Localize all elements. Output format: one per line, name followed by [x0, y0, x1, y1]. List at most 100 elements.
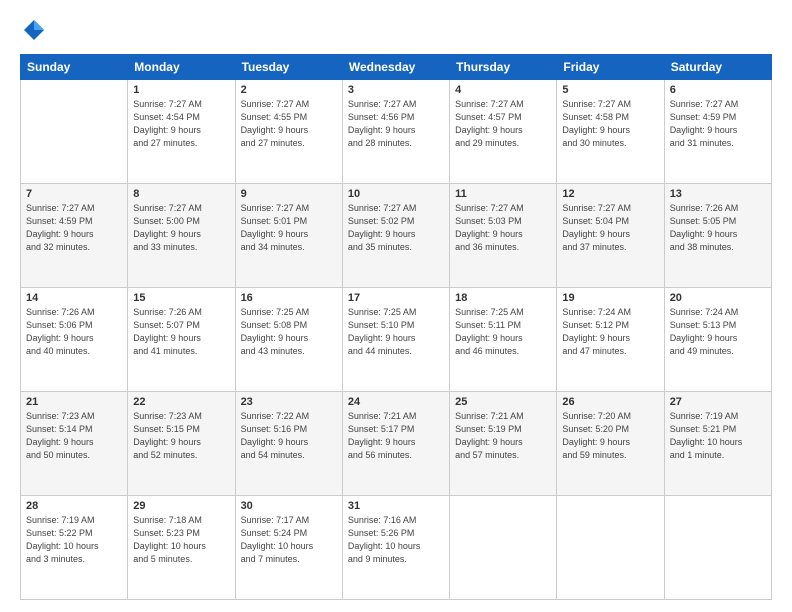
day-number: 4 — [455, 84, 551, 96]
calendar-cell: 14 Sunrise: 7:26 AM Sunset: 5:06 PM Dayli… — [21, 288, 128, 392]
calendar-cell: 19 Sunrise: 7:24 AM Sunset: 5:12 PM Dayli… — [557, 288, 664, 392]
weekday-tuesday: Tuesday — [235, 55, 342, 80]
day-number: 27 — [670, 396, 766, 408]
week-row-1: 7 Sunrise: 7:27 AM Sunset: 4:59 PM Daylig… — [21, 184, 772, 288]
calendar-cell: 13Sunrise: 7:26 AM Sunset: 5:05 PM Dayli… — [664, 184, 771, 288]
calendar-cell: 25 Sunrise: 7:21 AM Sunset: 5:19 PM Dayli… — [450, 392, 557, 496]
day-number: 19 — [562, 292, 658, 304]
week-row-2: 14 Sunrise: 7:26 AM Sunset: 5:06 PM Dayli… — [21, 288, 772, 392]
day-number: 14 — [26, 292, 122, 304]
day-info: Sunrise: 7:25 AM Sunset: 5:10 PM Dayligh… — [348, 306, 444, 358]
day-info: Sunrise: 7:20 AM Sunset: 5:20 PM Dayligh… — [562, 410, 658, 462]
day-number: 24 — [348, 396, 444, 408]
day-number: 20 — [670, 292, 766, 304]
calendar-cell: 26 Sunrise: 7:20 AM Sunset: 5:20 PM Dayli… — [557, 392, 664, 496]
calendar-cell: 1 Sunrise: 7:27 AM Sunset: 4:54 PM Daylig… — [128, 80, 235, 184]
logo-icon — [20, 16, 48, 44]
day-info: Sunrise: 7:24 AM Sunset: 5:12 PM Dayligh… — [562, 306, 658, 358]
calendar-cell — [450, 496, 557, 600]
day-number: 11 — [455, 188, 551, 200]
calendar-cell — [21, 80, 128, 184]
weekday-thursday: Thursday — [450, 55, 557, 80]
day-number: 31 — [348, 500, 444, 512]
week-row-4: 28Sunrise: 7:19 AM Sunset: 5:22 PM Dayli… — [21, 496, 772, 600]
calendar-cell: 15Sunrise: 7:26 AM Sunset: 5:07 PM Dayli… — [128, 288, 235, 392]
day-info: Sunrise: 7:26 AM Sunset: 5:06 PM Dayligh… — [26, 306, 122, 358]
day-info: Sunrise: 7:27 AM Sunset: 5:03 PM Dayligh… — [455, 202, 551, 254]
day-number: 1 — [133, 84, 229, 96]
day-info: Sunrise: 7:27 AM Sunset: 4:55 PM Dayligh… — [241, 98, 337, 150]
day-number: 13 — [670, 188, 766, 200]
weekday-monday: Monday — [128, 55, 235, 80]
weekday-header-row: SundayMondayTuesdayWednesdayThursdayFrid… — [21, 55, 772, 80]
calendar-cell: 9 Sunrise: 7:27 AM Sunset: 5:01 PM Daylig… — [235, 184, 342, 288]
week-row-3: 21 Sunrise: 7:23 AM Sunset: 5:14 PM Dayli… — [21, 392, 772, 496]
weekday-sunday: Sunday — [21, 55, 128, 80]
header — [20, 16, 772, 44]
calendar-cell: 27 Sunrise: 7:19 AM Sunset: 5:21 PM Dayli… — [664, 392, 771, 496]
calendar-cell: 4Sunrise: 7:27 AM Sunset: 4:57 PM Daylig… — [450, 80, 557, 184]
day-number: 23 — [241, 396, 337, 408]
day-number: 12 — [562, 188, 658, 200]
day-number: 17 — [348, 292, 444, 304]
day-info: Sunrise: 7:23 AM Sunset: 5:14 PM Dayligh… — [26, 410, 122, 462]
calendar-cell: 18 Sunrise: 7:25 AM Sunset: 5:11 PM Dayli… — [450, 288, 557, 392]
day-info: Sunrise: 7:21 AM Sunset: 5:19 PM Dayligh… — [455, 410, 551, 462]
day-info: Sunrise: 7:27 AM Sunset: 5:01 PM Dayligh… — [241, 202, 337, 254]
calendar-cell: 3Sunrise: 7:27 AM Sunset: 4:56 PM Daylig… — [342, 80, 449, 184]
calendar-cell: 20 Sunrise: 7:24 AM Sunset: 5:13 PM Dayli… — [664, 288, 771, 392]
day-info: Sunrise: 7:18 AM Sunset: 5:23 PM Dayligh… — [133, 514, 229, 566]
calendar-page: SundayMondayTuesdayWednesdayThursdayFrid… — [0, 0, 792, 612]
day-number: 25 — [455, 396, 551, 408]
calendar-cell — [664, 496, 771, 600]
day-number: 7 — [26, 188, 122, 200]
day-number: 6 — [670, 84, 766, 96]
day-info: Sunrise: 7:17 AM Sunset: 5:24 PM Dayligh… — [241, 514, 337, 566]
day-info: Sunrise: 7:27 AM Sunset: 5:04 PM Dayligh… — [562, 202, 658, 254]
day-info: Sunrise: 7:24 AM Sunset: 5:13 PM Dayligh… — [670, 306, 766, 358]
day-info: Sunrise: 7:21 AM Sunset: 5:17 PM Dayligh… — [348, 410, 444, 462]
calendar-cell: 31 Sunrise: 7:16 AM Sunset: 5:26 PM Dayli… — [342, 496, 449, 600]
logo — [20, 16, 52, 44]
day-info: Sunrise: 7:27 AM Sunset: 5:00 PM Dayligh… — [133, 202, 229, 254]
day-number: 21 — [26, 396, 122, 408]
day-info: Sunrise: 7:19 AM Sunset: 5:21 PM Dayligh… — [670, 410, 766, 462]
weekday-wednesday: Wednesday — [342, 55, 449, 80]
calendar-cell: 28Sunrise: 7:19 AM Sunset: 5:22 PM Dayli… — [21, 496, 128, 600]
weekday-saturday: Saturday — [664, 55, 771, 80]
calendar-cell: 22Sunrise: 7:23 AM Sunset: 5:15 PM Dayli… — [128, 392, 235, 496]
calendar-cell: 30 Sunrise: 7:17 AM Sunset: 5:24 PM Dayli… — [235, 496, 342, 600]
day-info: Sunrise: 7:27 AM Sunset: 5:02 PM Dayligh… — [348, 202, 444, 254]
day-number: 28 — [26, 500, 122, 512]
calendar-cell: 8 Sunrise: 7:27 AM Sunset: 5:00 PM Daylig… — [128, 184, 235, 288]
week-row-0: 1 Sunrise: 7:27 AM Sunset: 4:54 PM Daylig… — [21, 80, 772, 184]
day-info: Sunrise: 7:25 AM Sunset: 5:11 PM Dayligh… — [455, 306, 551, 358]
day-info: Sunrise: 7:16 AM Sunset: 5:26 PM Dayligh… — [348, 514, 444, 566]
day-number: 26 — [562, 396, 658, 408]
day-number: 30 — [241, 500, 337, 512]
calendar-cell — [557, 496, 664, 600]
day-number: 8 — [133, 188, 229, 200]
day-number: 10 — [348, 188, 444, 200]
calendar-cell: 6 Sunrise: 7:27 AM Sunset: 4:59 PM Daylig… — [664, 80, 771, 184]
day-info: Sunrise: 7:27 AM Sunset: 4:59 PM Dayligh… — [26, 202, 122, 254]
day-number: 18 — [455, 292, 551, 304]
day-number: 5 — [562, 84, 658, 96]
calendar-table: SundayMondayTuesdayWednesdayThursdayFrid… — [20, 54, 772, 600]
day-info: Sunrise: 7:27 AM Sunset: 4:59 PM Dayligh… — [670, 98, 766, 150]
day-info: Sunrise: 7:25 AM Sunset: 5:08 PM Dayligh… — [241, 306, 337, 358]
calendar-cell: 21 Sunrise: 7:23 AM Sunset: 5:14 PM Dayli… — [21, 392, 128, 496]
day-number: 16 — [241, 292, 337, 304]
calendar-cell: 24 Sunrise: 7:21 AM Sunset: 5:17 PM Dayli… — [342, 392, 449, 496]
day-number: 22 — [133, 396, 229, 408]
day-number: 2 — [241, 84, 337, 96]
calendar-cell: 16 Sunrise: 7:25 AM Sunset: 5:08 PM Dayli… — [235, 288, 342, 392]
day-info: Sunrise: 7:27 AM Sunset: 4:54 PM Dayligh… — [133, 98, 229, 150]
day-info: Sunrise: 7:22 AM Sunset: 5:16 PM Dayligh… — [241, 410, 337, 462]
day-number: 29 — [133, 500, 229, 512]
calendar-cell: 11 Sunrise: 7:27 AM Sunset: 5:03 PM Dayli… — [450, 184, 557, 288]
day-number: 15 — [133, 292, 229, 304]
calendar-cell: 10 Sunrise: 7:27 AM Sunset: 5:02 PM Dayli… — [342, 184, 449, 288]
day-info: Sunrise: 7:27 AM Sunset: 4:58 PM Dayligh… — [562, 98, 658, 150]
day-number: 9 — [241, 188, 337, 200]
